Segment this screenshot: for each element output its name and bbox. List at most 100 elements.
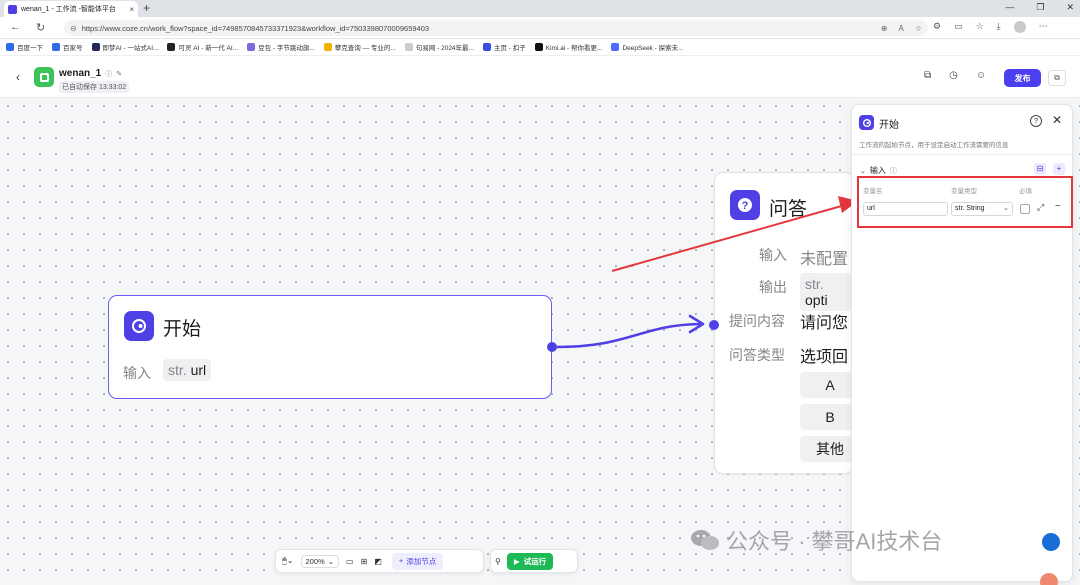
chevron-down-icon: ⌄ [327, 556, 334, 566]
extensions-icon[interactable]: ⚙ [933, 21, 941, 33]
canvas-toolbar: 🖱⌄ 200% ⌄ ▭ ⊞ ◩ + 添加节点 [275, 549, 484, 573]
layout-icon[interactable]: ⊞ [361, 557, 368, 566]
input-section-label: 输入 [869, 166, 886, 175]
collaborators-icon[interactable]: ☺ [976, 70, 986, 81]
column-header-required: 必填 [1019, 188, 1032, 195]
add-node-button[interactable]: + 添加节点 [391, 552, 444, 570]
bookmark-item[interactable]: DeepSeek - 探索未... [611, 42, 684, 52]
type-prefix: str. [168, 362, 187, 378]
assistant-float-icon[interactable] [1042, 533, 1060, 551]
window-controls: — ❐ ✕ [1005, 2, 1074, 13]
new-tab-button[interactable]: + [143, 1, 150, 15]
coze-favicon-icon [8, 4, 17, 14]
play-icon: ▶ [513, 556, 520, 566]
workflow-logo-icon [34, 67, 54, 87]
zoom-icon[interactable]: ⊕ [881, 24, 888, 33]
info-icon[interactable]: ⓘ [105, 69, 112, 79]
bookmark-label: DeepSeek - 探索未... [622, 45, 684, 52]
back-arrow-icon[interactable]: ← [10, 21, 21, 33]
panel-start-icon [859, 115, 874, 130]
bookmark-label: Kimi.ai - 帮你看更... [545, 45, 603, 52]
start-node-input-tag: str. url [163, 359, 212, 381]
bookmark-favicon-icon [611, 43, 620, 51]
tab-close-icon[interactable]: × [129, 5, 134, 14]
feedback-float-icon[interactable] [1040, 573, 1058, 585]
read-aloud-icon[interactable]: A [898, 24, 903, 33]
browser-tab[interactable]: wenan_1 - 工作流 -智能体平台 × [4, 1, 138, 17]
refresh-icon[interactable]: ↻ [36, 21, 45, 34]
bookmark-item[interactable]: Kimi.ai - 帮你看更... [534, 42, 603, 52]
edit-icon[interactable]: ✎ [116, 70, 122, 78]
favorites-icon[interactable]: ☆ [976, 21, 984, 33]
url-field[interactable]: ⊖ https://www.coze.cn/work_flow?space_id… [64, 20, 928, 36]
minimap-icon[interactable]: ◩ [374, 557, 382, 566]
pointer-mode-icon[interactable]: 🖱⌄ [282, 556, 294, 566]
batch-import-icon[interactable]: ⊟ [1034, 163, 1046, 175]
bookmark-item[interactable]: 句易网 - 2024年最... [404, 42, 474, 52]
remove-variable-icon[interactable]: − [1055, 201, 1061, 212]
bookmark-label: 豆包 - 字节跳动旗... [258, 45, 315, 52]
bookmark-item[interactable]: 豆包 - 字节跳动旗... [247, 42, 315, 52]
qa-input-label: 输入 [759, 247, 787, 263]
restore-icon[interactable]: ❐ [1036, 2, 1044, 13]
minimize-icon[interactable]: — [1005, 2, 1014, 13]
publish-button[interactable]: 发布 [1004, 69, 1041, 87]
header-actions: ⧉ ◷ ☺ [924, 70, 986, 81]
input-name: url [190, 362, 207, 378]
start-node-output-port[interactable] [547, 342, 557, 352]
bookmark-item[interactable]: 攀克查询 — 专业的... [323, 42, 396, 52]
bookmark-favicon-icon [52, 43, 60, 51]
comment-icon[interactable]: ▭ [346, 557, 354, 566]
help-icon[interactable]: ? [1030, 115, 1042, 127]
bookmark-label: 句易网 - 2024年最... [415, 45, 474, 52]
panel-close-icon[interactable]: ✕ [1052, 113, 1062, 127]
start-node-input-label: 输入 [123, 365, 151, 381]
workflow-name: wenan_1 ⓘ ✎ [59, 68, 122, 79]
run-toolbar: ⚲ ▶ 试运行 [490, 549, 578, 573]
zoom-select[interactable]: 200% ⌄ [300, 554, 339, 568]
bookmark-item[interactable]: 即梦AI - 一站式AI... [91, 42, 158, 52]
browser-profile-avatar[interactable] [1013, 21, 1026, 33]
bookmark-item[interactable]: 百度一下 [6, 42, 43, 52]
bookmark-item[interactable]: 可灵 AI - 新一代 AI... [167, 42, 238, 52]
back-chevron-icon[interactable]: ‹ [16, 70, 20, 84]
add-variable-button[interactable]: + [1053, 163, 1065, 175]
site-info-icon[interactable]: ⊖ [70, 24, 77, 33]
panel-description: 工作流的起始节点，用于设定启动工作流需要的信息 [859, 142, 1009, 149]
test-run-button[interactable]: ▶ 试运行 [506, 552, 554, 570]
browser-menu-icon[interactable]: ⋯ [1039, 21, 1048, 33]
required-checkbox[interactable] [1020, 204, 1030, 214]
variable-type-select[interactable]: str. String ⌄ [951, 202, 1013, 216]
more-options-icon[interactable]: ⧉ [1048, 70, 1066, 86]
url-text: https://www.coze.cn/work_flow?space_id=7… [81, 23, 430, 33]
bookmark-item[interactable]: 主页 - 扣子 [482, 42, 526, 52]
watermark: 公众号 · 攀哥AI技术台 [690, 524, 942, 556]
bookmark-favicon-icon [167, 43, 176, 51]
debug-icon[interactable]: ⚲ [495, 557, 501, 566]
browser-tab-bar: wenan_1 - 工作流 -智能体平台 × + — ❐ ✕ [0, 0, 1080, 17]
expand-icon[interactable]: ⤢ [1037, 202, 1044, 213]
start-node[interactable]: 开始 输入 str. url [108, 295, 552, 399]
panel-divider [852, 154, 1072, 155]
qa-option: 其他 [800, 436, 853, 462]
variable-name-input[interactable]: url [863, 202, 948, 216]
bookmarks-bar: 百度一下 百家号 即梦AI - 一站式AI... 可灵 AI - 新一代 AI... 豆… [0, 39, 1080, 56]
node-config-panel: 开始 ? ✕ 工作流的起始节点，用于设定启动工作流需要的信息 ⌄ 输入 ⓘ ⊟ … [851, 104, 1073, 582]
browser-actions: ⚙ ▭ ☆ ⤓ ⋯ [933, 21, 1048, 33]
copy-icon[interactable]: ⧉ [924, 70, 931, 81]
history-icon[interactable]: ◷ [949, 70, 958, 81]
start-node-title: 开始 [163, 319, 202, 340]
split-screen-icon[interactable]: ▭ [954, 21, 963, 33]
favorite-star-icon[interactable]: ☆ [915, 24, 922, 33]
bookmark-item[interactable]: 百家号 [52, 42, 83, 52]
bookmark-label: 攀克查询 — 专业的... [334, 45, 396, 52]
downloads-icon[interactable]: ⤓ [997, 21, 1001, 33]
column-header-type: 变量类型 [951, 188, 977, 195]
qa-node[interactable]: ? 问答 输入 未配置 输出 str. opti 提问内容 请问您 问答类型 选… [714, 172, 854, 474]
qa-output-label: 输出 [759, 279, 787, 295]
section-info-icon[interactable]: ⓘ [890, 166, 897, 176]
input-section-header[interactable]: ⌄ 输入 ⓘ [860, 165, 897, 176]
window-close-icon[interactable]: ✕ [1066, 2, 1074, 13]
qa-node-input-port[interactable] [709, 320, 719, 330]
collapse-chevron-icon[interactable]: ⌄ [860, 167, 866, 175]
